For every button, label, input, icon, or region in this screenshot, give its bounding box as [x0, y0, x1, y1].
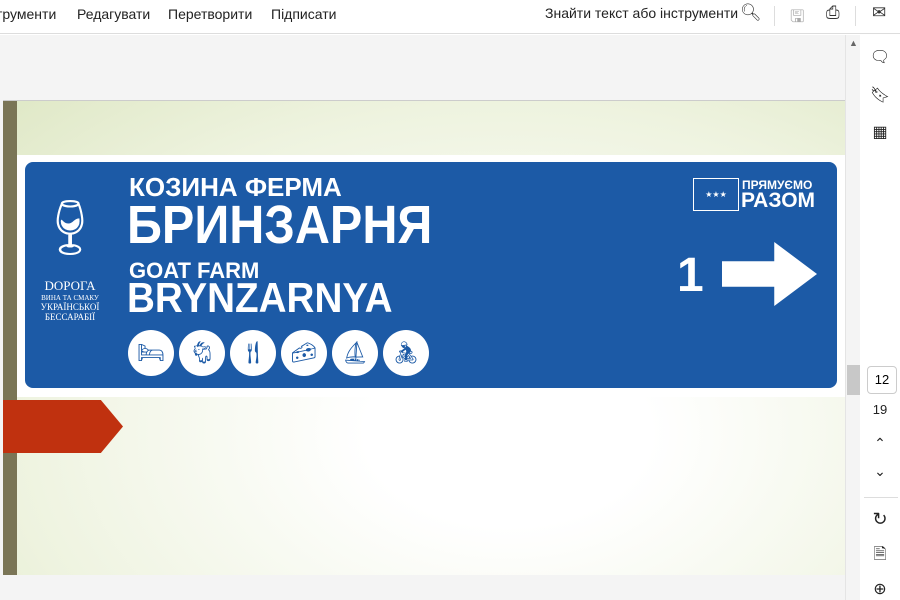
divider — [774, 6, 775, 26]
menu-sign[interactable]: Підписати — [271, 6, 336, 22]
divider — [855, 6, 856, 26]
slide-page: 🍷︎ DOРОГА ВИНА ТА СМАКУ УКРАЇНСЬКОЇ БЕСС… — [3, 100, 845, 575]
sign-image: 🍷︎ DOРОГА ВИНА ТА СМАКУ УКРАЇНСЬКОЇ БЕСС… — [17, 155, 845, 397]
distance-number: 1 — [677, 249, 704, 302]
wine-glass-icon: 🍷︎ — [35, 198, 105, 258]
scrollbar-thumb[interactable] — [847, 365, 860, 395]
comment-icon[interactable]: 🗨︎ — [860, 47, 900, 67]
previous-page-icon[interactable]: ⌃ — [860, 435, 900, 452]
cheese-icon: 🧀︎ — [281, 330, 327, 376]
bookmark-icon[interactable]: 🔖︎ — [860, 85, 900, 105]
top-toolbar: трументи Редагувати Перетворити Підписат… — [0, 0, 900, 34]
goat-icon: 🐐︎ — [179, 330, 225, 376]
slide-side-bar — [3, 101, 17, 575]
logo-text: УКРАЇНСЬКОЇ — [40, 302, 100, 312]
logo-text: DOРОГА — [44, 278, 96, 293]
dining-icon: 🍴︎ — [230, 330, 276, 376]
logo-text: ВИНА ТА СМАКУ — [41, 294, 99, 302]
document-viewer[interactable]: 🍷︎ DOРОГА ВИНА ТА СМАКУ УКРАЇНСЬКОЇ БЕСС… — [0, 35, 845, 600]
cycling-icon: 🚴︎ — [383, 330, 429, 376]
lodging-icon: 🛏︎ — [128, 330, 174, 376]
eu-badge-text: РАЗОМ — [741, 189, 816, 212]
wine-route-logo: 🍷︎ DOРОГА ВИНА ТА СМАКУ УКРАЇНСЬКОЇ БЕСС… — [35, 178, 105, 322]
sailing-icon: ⛵︎ — [332, 330, 378, 376]
total-pages: 19 — [872, 402, 888, 417]
menu-tools[interactable]: трументи — [0, 6, 56, 22]
next-page-icon[interactable]: ⌄ — [860, 463, 900, 480]
menu-edit[interactable]: Редагувати — [77, 6, 150, 22]
print-icon[interactable]: ⎙ — [826, 3, 840, 23]
email-icon[interactable]: ✉ — [872, 3, 886, 23]
arrow-right-icon — [722, 242, 817, 306]
sign-title-ua: БРИНЗАРНЯ — [127, 195, 433, 255]
current-page-input[interactable]: 12 — [867, 366, 897, 394]
eu-flag-icon: ★★★ — [693, 178, 739, 211]
right-tool-rail: 🗨︎ 🔖︎ ▦ 12 19 ⌃ ⌄ ↻ 🗎︎ ⊕ — [860, 35, 900, 600]
thumbnails-icon[interactable]: ▦ — [860, 122, 900, 142]
save-icon[interactable]: 🖫︎ — [790, 4, 804, 33]
road-sign: 🍷︎ DOРОГА ВИНА ТА СМАКУ УКРАЇНСЬКОЇ БЕСС… — [25, 162, 837, 388]
menu-convert[interactable]: Перетворити — [168, 6, 252, 22]
sign-title-en: BRYNZARNYA — [127, 274, 393, 321]
scroll-up-icon[interactable]: ▲ — [849, 38, 858, 48]
search-icon[interactable]: 🔍︎ — [740, 3, 762, 23]
search-tools-button[interactable]: Знайти текст або інструменти — [545, 5, 738, 21]
divider — [864, 497, 898, 498]
vertical-scrollbar[interactable]: ▲ — [845, 35, 860, 600]
page-fit-icon[interactable]: 🗎︎ — [860, 543, 900, 570]
rotate-icon[interactable]: ↻ — [860, 509, 900, 530]
zoom-in-icon[interactable]: ⊕ — [860, 579, 900, 599]
red-arrow-shape — [3, 400, 123, 453]
logo-text: БЕССАРАБІЇ — [44, 312, 96, 322]
